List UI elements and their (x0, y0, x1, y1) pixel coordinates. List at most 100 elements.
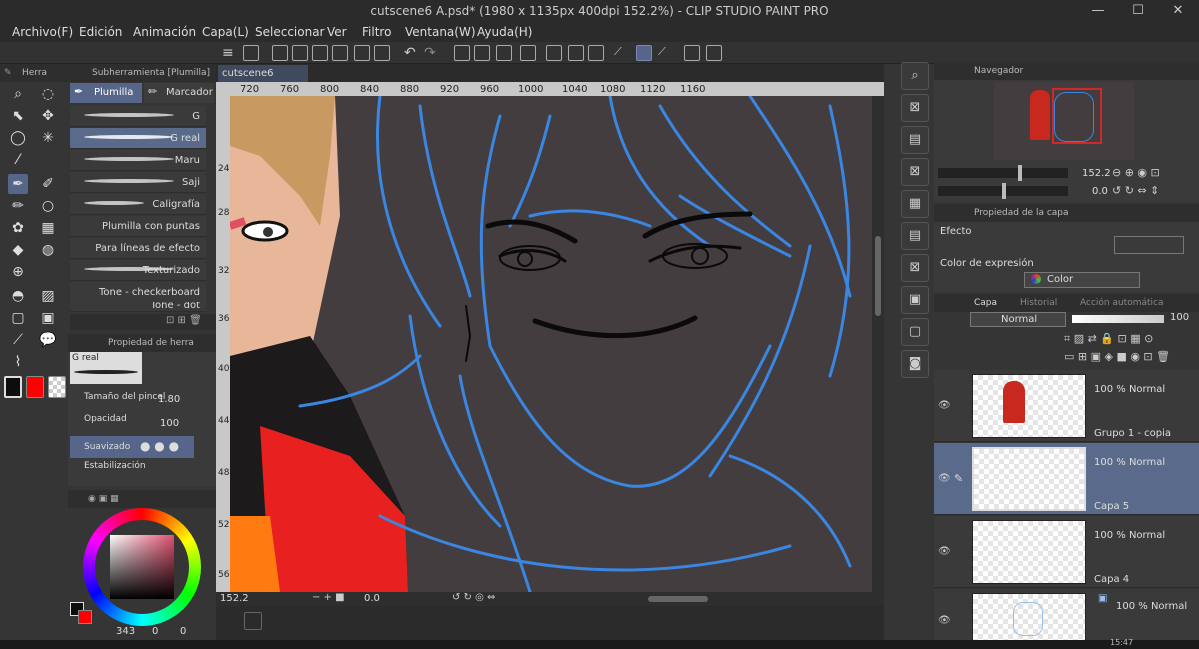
material-camera-icon[interactable]: ◙ (901, 350, 929, 378)
brush-item[interactable]: G (70, 106, 206, 127)
menu-ver[interactable]: Ver (327, 25, 347, 39)
drawing-canvas[interactable] (230, 96, 872, 592)
canvas-vertical-scrollbar[interactable] (872, 96, 884, 592)
deselect-icon[interactable] (520, 45, 536, 61)
zoom-tool-icon[interactable]: ⌕ (8, 84, 28, 104)
clip-studio-icon[interactable] (243, 45, 259, 61)
material-icon-2[interactable]: ⊠ (901, 158, 929, 186)
brush-item[interactable]: Para líneas de efecto (70, 238, 206, 259)
canvas-tab[interactable]: cutscene6 A.psd* (218, 65, 308, 96)
eye-icon[interactable]: 👁 (938, 615, 951, 626)
saturation-value-square[interactable] (110, 535, 174, 599)
3d-globe-icon[interactable]: ⊕ (8, 262, 28, 282)
transparent-color-swatch[interactable] (48, 376, 66, 398)
invert-selection-icon[interactable] (546, 45, 562, 61)
move-icon[interactable]: ✥ (38, 106, 58, 126)
eraser-icon[interactable]: ◆ (8, 240, 28, 260)
lasso-icon[interactable]: ◯ (8, 128, 28, 148)
material-folder-icon[interactable]: ▤ (901, 126, 929, 154)
material-pose-icon[interactable]: ▢ (901, 318, 929, 346)
sub-color-swatch[interactable] (26, 376, 44, 398)
main-color-swatch[interactable] (4, 376, 22, 398)
menu-animacion[interactable]: Animación (133, 25, 196, 39)
material-figure-icon[interactable]: ▣ (901, 286, 929, 314)
brush-item[interactable]: Texturizado (70, 260, 206, 281)
material-tone-icon[interactable]: ▦ (901, 190, 929, 218)
pen-tool-icon[interactable]: ✒ (8, 174, 28, 194)
save-icon[interactable] (312, 45, 328, 61)
undo-icon[interactable]: ↶ (404, 45, 420, 61)
tool-property-tab[interactable]: Propiedad de herra (108, 334, 194, 352)
effect-buttons[interactable] (1114, 236, 1184, 254)
pencil-tool-icon[interactable]: ✏ (8, 196, 28, 216)
export-icon[interactable] (332, 45, 348, 61)
layer-tab[interactable]: Capa (974, 294, 997, 312)
eye-icon[interactable]: 👁 (938, 546, 951, 557)
navigator-zoom-controls[interactable]: ⊖ ⊕ ◉ ⊡ (1112, 166, 1160, 179)
search-icon[interactable]: ⌕ (901, 62, 929, 90)
material-image-icon[interactable]: ▤ (901, 222, 929, 250)
color-tab-icons[interactable]: ◉ ▣ ▦ (88, 490, 119, 508)
balloon-icon[interactable]: 💬 (38, 330, 58, 350)
close-button[interactable]: ✕ (1158, 0, 1198, 22)
snap-icon[interactable] (588, 45, 604, 61)
object-tool-icon[interactable]: ⬉ (8, 106, 28, 126)
gradient-icon[interactable]: ▨ (38, 286, 58, 306)
navigator-rotation[interactable]: 0.0 (1092, 186, 1108, 197)
brush-item[interactable]: Plumilla con puntas (70, 216, 206, 237)
navigator-preview[interactable] (994, 82, 1134, 160)
brush-item-selected[interactable]: G real (70, 128, 206, 149)
eye-icon[interactable]: 👁 (938, 400, 951, 411)
fill-bucket-icon[interactable]: ◓ (8, 286, 28, 306)
lasso-select-icon[interactable]: ◌ (38, 84, 58, 104)
layer-row[interactable]: 👁 100 % Normal Grupo 1 - copia (934, 370, 1199, 442)
history-tab[interactable]: Historial (1020, 294, 1057, 312)
hamburger-icon[interactable]: ≡ (222, 45, 238, 61)
maximize-button[interactable]: ☐ (1118, 0, 1158, 22)
navigator-rotate-controls[interactable]: ↺ ↻ ⇔ ⇕ (1112, 184, 1159, 197)
smoothing-options[interactable]: ● ● ● (140, 439, 179, 453)
brush-item[interactable]: Maru (70, 150, 206, 171)
blend-mode-select[interactable]: Normal (970, 312, 1066, 327)
special-ruler-snap-icon[interactable] (636, 45, 652, 61)
eyedropper-icon[interactable]: ⁄ (8, 150, 28, 170)
canvas-rotation[interactable]: 0.0 (364, 593, 380, 604)
brush-item[interactable]: Tone - dot (70, 302, 206, 312)
canvas-horizontal-scrollbar[interactable] (648, 596, 708, 602)
menu-filtro[interactable]: Filtro (362, 25, 391, 39)
export-jpg-icon[interactable] (374, 45, 390, 61)
navigator-tab[interactable]: Navegador (974, 62, 1023, 80)
menu-archivo[interactable]: Archivo(F) (12, 25, 73, 39)
subtool-footer-icons[interactable]: ⊡ ⊞ 🗑 (166, 315, 202, 326)
navigator-rotate-slider[interactable] (938, 183, 1068, 199)
brush-size-value[interactable]: 1.80 (158, 394, 180, 405)
new-file-icon[interactable] (272, 45, 288, 61)
layer-action-icons[interactable]: ▭ ⊞ ▣ ◈ ■ ◉ ⊡ 🗑 (1064, 350, 1170, 363)
clear-icon[interactable] (454, 45, 470, 61)
brush-item[interactable]: Caligrafía (70, 194, 206, 215)
selection-border-icon[interactable] (568, 45, 584, 61)
3d-icon[interactable] (684, 45, 700, 61)
minimize-button[interactable]: — (1078, 0, 1118, 22)
ruler-snap-icon[interactable]: ⟋ (614, 45, 630, 61)
brush-tool-icon[interactable]: ✐ (38, 174, 58, 194)
magic-wand-icon[interactable]: ✳ (38, 128, 58, 148)
canvas-zoom[interactable]: 152.2 (220, 593, 249, 604)
layer-row[interactable]: 👁 100 % Normal Capa 4 (934, 516, 1199, 588)
ruler-icon[interactable]: ⟋ (8, 330, 28, 350)
navigator-zoom-slider[interactable] (938, 165, 1068, 181)
layer-property-tab[interactable]: Propiedad de la capa (974, 204, 1069, 222)
menu-capa[interactable]: Capa(L) (202, 25, 249, 39)
eye-icon[interactable]: 👁 (938, 473, 951, 484)
menu-ventana[interactable]: Ventana(W) (405, 25, 476, 39)
material-icon-3[interactable]: ⊠ (901, 254, 929, 282)
menu-ayuda[interactable]: Ayuda(H) (477, 25, 532, 39)
navigator-zoom[interactable]: 152.2 (1082, 168, 1111, 179)
layer-opacity-slider[interactable] (1072, 315, 1164, 323)
pattern-icon[interactable]: ▦ (38, 218, 58, 238)
brush-item[interactable]: Saji (70, 172, 206, 193)
layer-opacity-value[interactable]: 100 (1170, 312, 1189, 323)
layer-lock-icons[interactable]: ⌗ ▨ ⇄ 🔒 ⊡ ▦ ⊙ (1064, 332, 1153, 346)
airbrush-icon[interactable]: ○ (38, 196, 58, 216)
timeline-icon[interactable] (244, 612, 262, 630)
